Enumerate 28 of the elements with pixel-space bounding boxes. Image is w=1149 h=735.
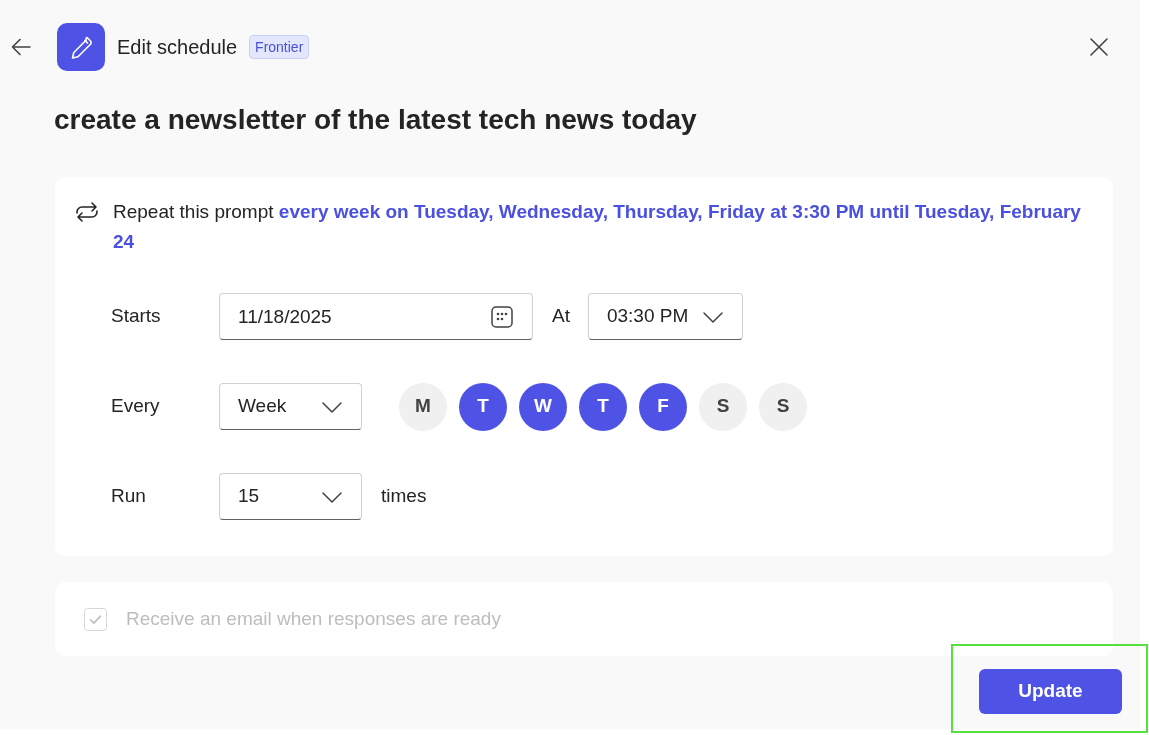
- at-label: At: [552, 304, 570, 329]
- run-count-dropdown[interactable]: 15: [219, 473, 362, 520]
- weekday-toggle[interactable]: F: [639, 382, 687, 431]
- close-button[interactable]: [1087, 35, 1111, 59]
- start-date-field[interactable]: 11/18/2025: [219, 293, 533, 340]
- weekday-toggle[interactable]: T: [459, 382, 507, 431]
- weekday-toggle[interactable]: T: [579, 382, 627, 431]
- calendar-icon: [491, 306, 513, 328]
- starts-label: Starts: [111, 304, 162, 329]
- times-label: times: [381, 484, 427, 509]
- back-arrow-icon: [10, 36, 32, 58]
- time-dropdown[interactable]: 03:30 PM: [587, 293, 743, 340]
- pencil-icon: [57, 23, 105, 71]
- update-button[interactable]: Update: [979, 669, 1122, 714]
- weekday-toggle[interactable]: W: [519, 382, 567, 431]
- repeat-icon: [74, 201, 100, 223]
- every-label: Every: [111, 394, 161, 419]
- run-label: Run: [111, 484, 147, 509]
- frontier-tag: Frontier: [249, 35, 310, 59]
- frequency-dropdown[interactable]: Week: [219, 383, 362, 430]
- email-option-label: Receive an email when responses are ready: [126, 606, 501, 631]
- weekday-toggle[interactable]: M: [399, 382, 447, 431]
- schedule-summary: Repeat this prompt every week on Tuesday, Wednesday, Thursday, Friday at 3:30 PM until Tuesday, February 24: [113, 200, 1082, 254]
- weekday-toggle[interactable]: S: [699, 382, 747, 431]
- dialog-title: Edit schedule: [117, 35, 238, 60]
- weekday-toggle[interactable]: S: [759, 382, 807, 431]
- prompt-title: create a newsletter of the latest tech news today: [54, 103, 698, 137]
- close-icon: [1089, 37, 1109, 57]
